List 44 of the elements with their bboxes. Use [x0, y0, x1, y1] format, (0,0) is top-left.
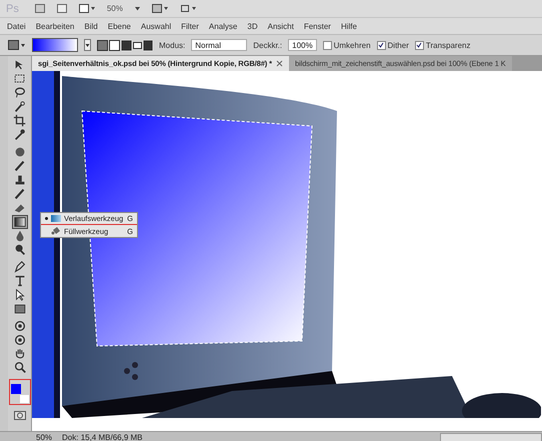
gradient-preset-icon[interactable]: [8, 40, 26, 50]
gradient-picker[interactable]: [32, 38, 78, 52]
pen-tool-icon[interactable]: [12, 260, 28, 274]
menu-item[interactable]: Bearbeiten: [30, 22, 80, 30]
menu-item[interactable]: Hilfe: [336, 22, 362, 30]
view-extras-icon[interactable]: [78, 4, 95, 13]
horizontal-scrollbar[interactable]: [440, 432, 542, 441]
checkbox-label: Dither: [388, 40, 409, 50]
checkbox[interactable]: [322, 40, 332, 50]
menu-item[interactable]: Fenster: [298, 22, 336, 30]
checkbox-label: Umkehren: [334, 40, 371, 50]
foreground-color-swatch[interactable]: [10, 384, 20, 394]
opacity-label: Deckkr.:: [253, 40, 282, 50]
bridge-icon[interactable]: [34, 4, 45, 13]
background-color-swatch[interactable]: [20, 395, 28, 403]
checkbox-label: Transparenz: [426, 40, 470, 50]
zoom-dropdown[interactable]: 50%: [106, 4, 123, 13]
menu-item[interactable]: Analyse: [204, 22, 242, 30]
mode-dropdown[interactable]: Normal: [191, 39, 248, 51]
dropdown-icon[interactable]: [84, 39, 91, 51]
minibridge-icon[interactable]: [56, 4, 67, 13]
arrange-documents-icon[interactable]: [152, 4, 168, 13]
document-size: Dok: 15,4 MB/66,9 MB: [62, 433, 142, 441]
menu-item[interactable]: Filter: [176, 22, 204, 30]
checkbox[interactable]: [414, 40, 424, 50]
caret-icon[interactable]: [134, 6, 140, 10]
mode-label: Modus:: [159, 40, 186, 50]
opacity-field[interactable]: 100%: [288, 39, 317, 51]
menu-item[interactable]: Datei: [2, 22, 31, 30]
quick-mask-icon[interactable]: [14, 411, 26, 420]
gradient-types-icon[interactable]: [97, 40, 153, 50]
screen-mode-icon[interactable]: [180, 4, 196, 13]
checkbox[interactable]: [376, 40, 386, 50]
menu-item[interactable]: Ebene: [102, 22, 136, 30]
menu-item[interactable]: Bild: [79, 22, 103, 30]
menu-item[interactable]: Auswahl: [136, 22, 176, 30]
menu-item[interactable]: 3D: [242, 22, 263, 30]
close-icon[interactable]: [276, 60, 283, 67]
crop-tool-icon[interactable]: [12, 114, 28, 128]
gradient-tool-icon[interactable]: [12, 215, 28, 229]
gradient-icon: [51, 215, 61, 222]
paint-bucket-icon: [51, 227, 61, 235]
zoom-level[interactable]: 50%: [36, 433, 52, 441]
menu-item[interactable]: Ansicht: [262, 22, 299, 30]
